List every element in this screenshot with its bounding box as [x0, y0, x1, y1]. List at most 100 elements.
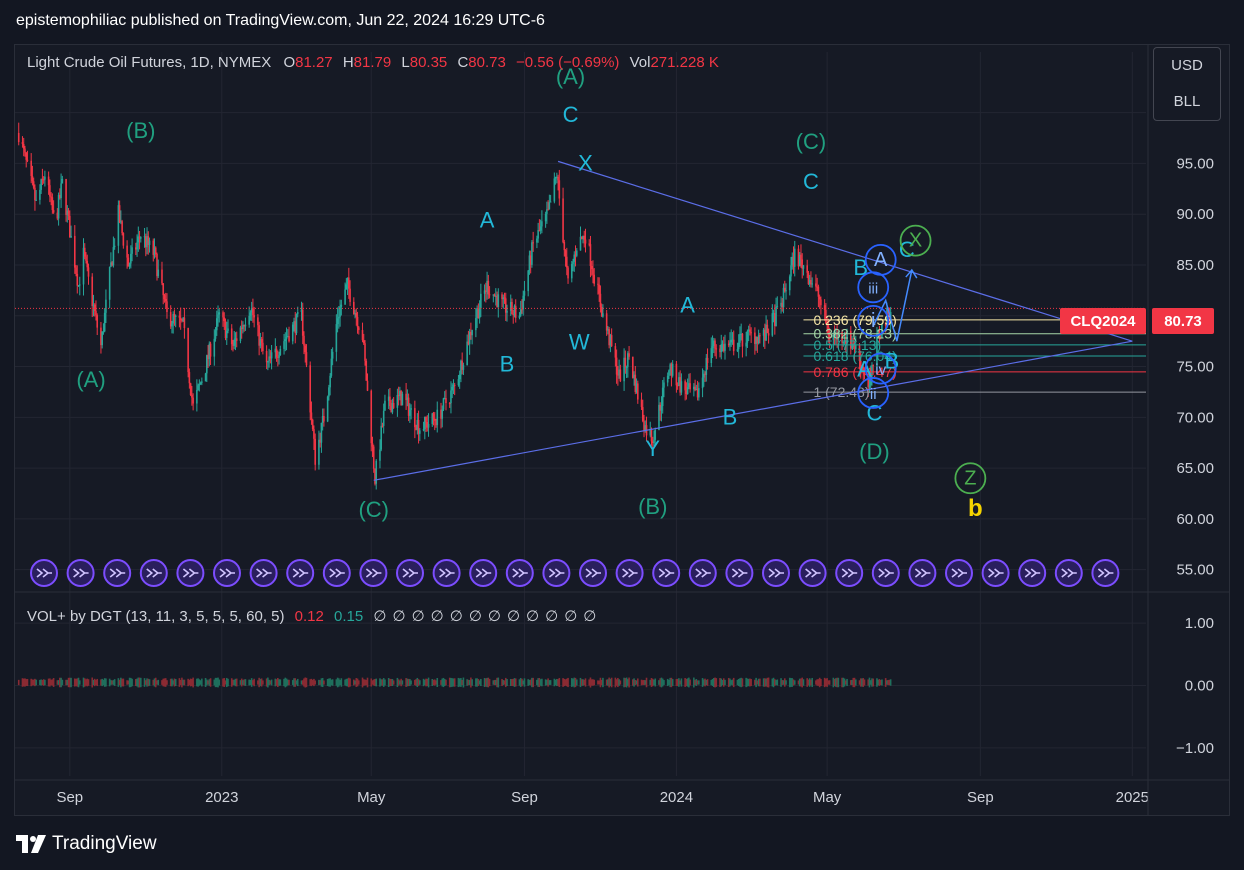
- candle-body: [562, 198, 564, 243]
- candle-body: [323, 416, 325, 422]
- event-icon[interactable]: [322, 559, 351, 587]
- volume-bar: [366, 677, 369, 688]
- event-icon[interactable]: [1018, 559, 1047, 587]
- candle-body: [389, 396, 391, 407]
- circled-wave-label: A: [874, 249, 888, 271]
- candle-body: [504, 298, 507, 313]
- event-icon[interactable]: [579, 559, 607, 587]
- candle-body: [344, 289, 346, 305]
- low-value: 80.35: [409, 54, 448, 71]
- candle-body: [93, 304, 96, 311]
- event-icon[interactable]: [176, 559, 205, 587]
- event-icon[interactable]: [66, 559, 95, 587]
- event-icon[interactable]: [432, 559, 461, 587]
- open-label: O: [283, 54, 296, 71]
- candle-body: [593, 274, 596, 284]
- volume-bar: [17, 679, 20, 686]
- event-icon[interactable]: [835, 559, 864, 587]
- volume-bar: [532, 677, 534, 688]
- volume-bar: [636, 678, 639, 687]
- event-icon[interactable]: [286, 559, 315, 587]
- wave-label: (A): [76, 367, 105, 392]
- price-chart[interactable]: 0.236 (79.59)0.382 (78.23)0.5 (77.13)0.6…: [0, 0, 1244, 870]
- candle-body: [432, 413, 435, 419]
- candle-body: [750, 332, 752, 334]
- candle-body: [714, 340, 716, 349]
- volume-bar: [61, 679, 64, 686]
- candle-body: [558, 180, 561, 199]
- event-icon[interactable]: [908, 559, 937, 587]
- candle-body: [660, 405, 663, 411]
- volume-bar: [305, 677, 308, 688]
- event-icon[interactable]: [725, 559, 754, 587]
- volume-bar: [837, 677, 840, 688]
- event-icon[interactable]: [505, 559, 534, 587]
- volume-bar: [671, 679, 674, 686]
- candle-body: [197, 385, 199, 391]
- volume-bar: [296, 678, 299, 687]
- event-icon[interactable]: [652, 559, 681, 587]
- candle-body: [223, 317, 226, 322]
- event-icon[interactable]: [1091, 559, 1120, 587]
- vol-value: 271.228 K: [650, 54, 719, 71]
- volume-bar: [881, 679, 883, 686]
- volume-bar: [663, 680, 665, 685]
- candle-body: [70, 235, 72, 238]
- event-icon[interactable]: [945, 559, 973, 587]
- volume-empty-value: ∅: [487, 608, 501, 625]
- event-icon[interactable]: [396, 559, 424, 587]
- event-icon[interactable]: [1054, 559, 1083, 587]
- candle-body: [817, 286, 820, 297]
- event-icon[interactable]: [762, 559, 790, 587]
- volume-bar: [732, 677, 735, 688]
- currency-label[interactable]: USD: [1154, 48, 1220, 84]
- candle-body: [686, 387, 689, 395]
- event-icon[interactable]: [871, 559, 900, 587]
- volume-bar: [680, 678, 683, 687]
- event-icon[interactable]: [688, 559, 717, 587]
- wave-label: (D): [859, 439, 890, 464]
- candle-body: [820, 299, 822, 306]
- candle-body: [86, 260, 89, 268]
- event-icon[interactable]: [30, 559, 58, 587]
- event-icon[interactable]: [139, 559, 168, 587]
- candle-body: [605, 313, 608, 331]
- event-icon[interactable]: [615, 559, 644, 587]
- event-icon[interactable]: [249, 559, 278, 587]
- candle-body: [381, 425, 384, 427]
- y-tick-label: 85.00: [1176, 257, 1214, 274]
- candle-body: [361, 330, 364, 341]
- event-icon[interactable]: [542, 559, 571, 587]
- candle-body: [541, 221, 543, 227]
- tradingview-brand[interactable]: TradingView: [16, 833, 157, 855]
- volume-bar: [148, 679, 151, 686]
- event-icon[interactable]: [981, 559, 1010, 587]
- candle-body: [419, 430, 421, 434]
- event-icon[interactable]: [213, 559, 241, 587]
- volume-bar: [288, 679, 290, 686]
- candle-body: [666, 375, 669, 383]
- unit-label[interactable]: BLL: [1154, 84, 1220, 120]
- candle-body: [503, 297, 506, 299]
- volume-bar: [44, 679, 46, 686]
- event-icons[interactable]: [30, 559, 1120, 587]
- volume-bar: [340, 678, 343, 687]
- event-icon[interactable]: [798, 559, 827, 587]
- candle-body: [371, 443, 374, 447]
- event-icon[interactable]: [469, 559, 498, 587]
- volume-bar: [724, 679, 726, 686]
- volume-bar: [453, 678, 456, 687]
- candle-body: [108, 266, 111, 300]
- candle-body: [451, 386, 454, 391]
- wave-label: C: [867, 400, 883, 425]
- volume-bar: [157, 679, 160, 686]
- candle-body: [771, 313, 774, 336]
- unit-selector[interactable]: USD BLL: [1153, 47, 1221, 121]
- candle-body: [422, 429, 425, 431]
- candle-body: [759, 335, 761, 337]
- event-icon[interactable]: [103, 559, 132, 587]
- candle-body: [118, 205, 121, 223]
- event-icon[interactable]: [359, 559, 388, 587]
- trendline-2[interactable]: [373, 340, 1133, 481]
- volume-bar: [35, 679, 37, 686]
